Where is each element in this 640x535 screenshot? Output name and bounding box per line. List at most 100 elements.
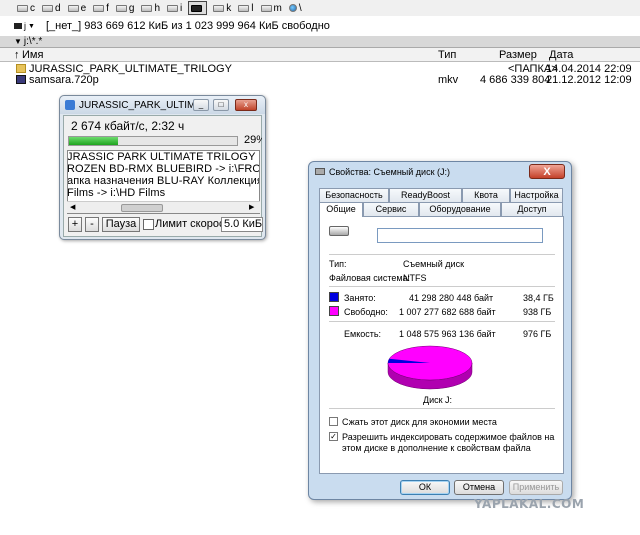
ok-button[interactable]: ОК — [400, 480, 450, 495]
drive-button[interactable]: k — [212, 1, 232, 15]
log-line: JRASSIC PARK ULTIMATE TRILOGY -> — [67, 151, 260, 163]
scroll-right-icon[interactable]: ▶ — [249, 203, 254, 211]
horizontal-scrollbar[interactable]: ◀ ▶ — [67, 201, 260, 213]
copy-progress-bar — [68, 136, 238, 146]
drive-icon — [93, 4, 105, 12]
drive-button[interactable]: \ — [288, 1, 303, 15]
removable-disk-icon — [315, 168, 325, 175]
scroll-left-icon[interactable]: ◀ — [70, 203, 75, 211]
speed-limit-checkbox[interactable] — [143, 219, 154, 230]
drive-letter: g — [128, 2, 135, 14]
drive-letter: \ — [298, 2, 302, 14]
maximize-button[interactable]: □ — [213, 99, 229, 111]
divider — [329, 408, 555, 409]
usb-drive-icon — [329, 226, 349, 236]
chevron-down-icon: ▼ — [14, 37, 22, 46]
volume-name-input[interactable] — [377, 228, 543, 243]
index-checkbox[interactable]: ✓ — [329, 432, 338, 441]
tab-quota[interactable]: Квота — [462, 188, 510, 202]
close-button[interactable]: x — [235, 99, 257, 111]
file-date: 21.12.2012 12:09 — [546, 74, 632, 86]
drive-letter: l — [251, 2, 254, 14]
column-header-date[interactable]: Дата — [549, 49, 573, 61]
panel-path-header[interactable]: ▼ j:\*.* — [0, 36, 640, 48]
speed-limit-label: Лимит скорости — [155, 218, 221, 230]
dialog-title: Свойства: Съемный диск (J:) — [329, 167, 451, 177]
copy-window-body: 2 674 кбайт/с, 2:32 ч 29% JRASSIC PARK U… — [63, 115, 263, 237]
drive-button[interactable]: d — [41, 1, 62, 15]
drive-button[interactable]: c — [16, 1, 36, 15]
free-label: Свободно: — [344, 307, 388, 317]
column-header-type[interactable]: Тип — [438, 49, 456, 61]
minimize-button[interactable]: _ — [193, 99, 209, 111]
drive-bar: c d e f g h i k l m \ — [0, 0, 640, 16]
filesystem-value: NTFS — [403, 273, 427, 283]
capacity-bytes: 1 048 575 963 136 байт — [399, 329, 496, 339]
tab-hardware[interactable]: Оборудование — [419, 202, 501, 216]
cancel-button[interactable]: Отмена — [454, 480, 504, 495]
tab-tools[interactable]: Сервис — [363, 202, 419, 216]
minus-button[interactable]: - — [85, 217, 99, 232]
drive-button[interactable]: h — [140, 1, 161, 15]
type-label: Тип: — [329, 259, 347, 269]
log-line: апка назначения BLU-RAY Коллекция - — [67, 175, 260, 187]
drive-button[interactable]: e — [67, 1, 88, 15]
drive-letter: m — [273, 2, 282, 14]
file-type: mkv — [438, 74, 459, 86]
scroll-thumb[interactable] — [121, 204, 163, 212]
type-value: Съемный диск — [403, 259, 465, 269]
used-bytes: 41 298 280 448 байт — [409, 293, 494, 303]
free-space-info: [_нет_] 983 669 612 КиБ из 1 023 999 964… — [46, 20, 330, 32]
log-line: Films -> i:\HD Films — [67, 187, 166, 199]
free-space-swatch — [329, 306, 339, 316]
free-size: 938 ГБ — [523, 307, 552, 317]
drive-button[interactable]: f — [92, 1, 110, 15]
copy-window-titlebar[interactable]: JURASSIC_PARK_ULTIMATE_T... _ □ x — [60, 96, 265, 114]
general-tab-panel: Тип: Съемный диск Файловая система: NTFS… — [319, 216, 564, 474]
drive-icon — [42, 4, 53, 12]
tab-row-top: Безопасность ReadyBoost Квота Настройка — [319, 188, 563, 202]
free-bytes: 1 007 277 682 688 байт — [399, 307, 496, 317]
tab-readyboost[interactable]: ReadyBoost — [389, 188, 462, 202]
app-icon — [65, 100, 75, 110]
divider — [329, 321, 555, 322]
drive-icon — [260, 4, 272, 12]
drive-button[interactable] — [188, 1, 208, 15]
file-name: samsara.720p — [29, 74, 99, 86]
speed-limit-input[interactable]: 5.0 КиБ — [221, 217, 263, 232]
pause-button[interactable]: Пауза — [102, 217, 140, 232]
tab-security[interactable]: Безопасность — [319, 188, 389, 202]
file-row[interactable]: samsara.720p mkv 4 686 339 804 21.12.201… — [0, 74, 640, 86]
properties-dialog: Свойства: Съемный диск (J:) X Безопаснос… — [308, 161, 572, 500]
plus-button[interactable]: + — [68, 217, 82, 232]
column-header-name[interactable]: Имя — [22, 49, 43, 61]
index-label: Разрешить индексировать содержимое файло… — [342, 432, 555, 453]
drive-button[interactable]: l — [237, 1, 254, 15]
drive-icon — [115, 4, 127, 12]
watermark: YAPLAKAL.COM — [474, 497, 585, 511]
drive-letter: e — [80, 2, 87, 14]
drive-button[interactable]: i — [166, 1, 183, 15]
path-bar: j ▼ [_нет_] 983 669 612 КиБ из 1 023 999… — [0, 18, 640, 34]
folder-icon — [16, 64, 26, 73]
tab-customize[interactable]: Настройка — [510, 188, 563, 202]
network-icon — [288, 4, 297, 12]
copy-progress-window: JURASSIC_PARK_ULTIMATE_T... _ □ x 2 674 … — [59, 95, 266, 240]
compress-checkbox[interactable] — [329, 417, 338, 426]
tab-general[interactable]: Общие — [319, 202, 363, 217]
drive-selector[interactable]: j ▼ — [14, 19, 38, 33]
file-size: 4 686 339 804 — [480, 74, 551, 86]
log-line: ROZEN BD-RMX BLUEBIRD -> i:\FROZEN — [67, 163, 260, 175]
drive-button[interactable]: m — [260, 1, 283, 15]
tab-sharing[interactable]: Доступ — [501, 202, 563, 216]
disk-usage-pie — [387, 345, 473, 390]
filesystem-label: Файловая система: — [329, 273, 411, 283]
progress-fill — [69, 137, 118, 145]
close-button[interactable]: X — [529, 164, 565, 179]
apply-button[interactable]: Применить — [509, 480, 563, 495]
sort-arrow-icon: ↑ — [14, 49, 20, 61]
copy-speed: 2 674 кбайт/с, 2:32 ч — [71, 119, 185, 133]
drive-icon — [238, 4, 250, 12]
column-header-size[interactable]: Размер — [499, 49, 537, 61]
drive-button[interactable]: g — [115, 1, 136, 15]
